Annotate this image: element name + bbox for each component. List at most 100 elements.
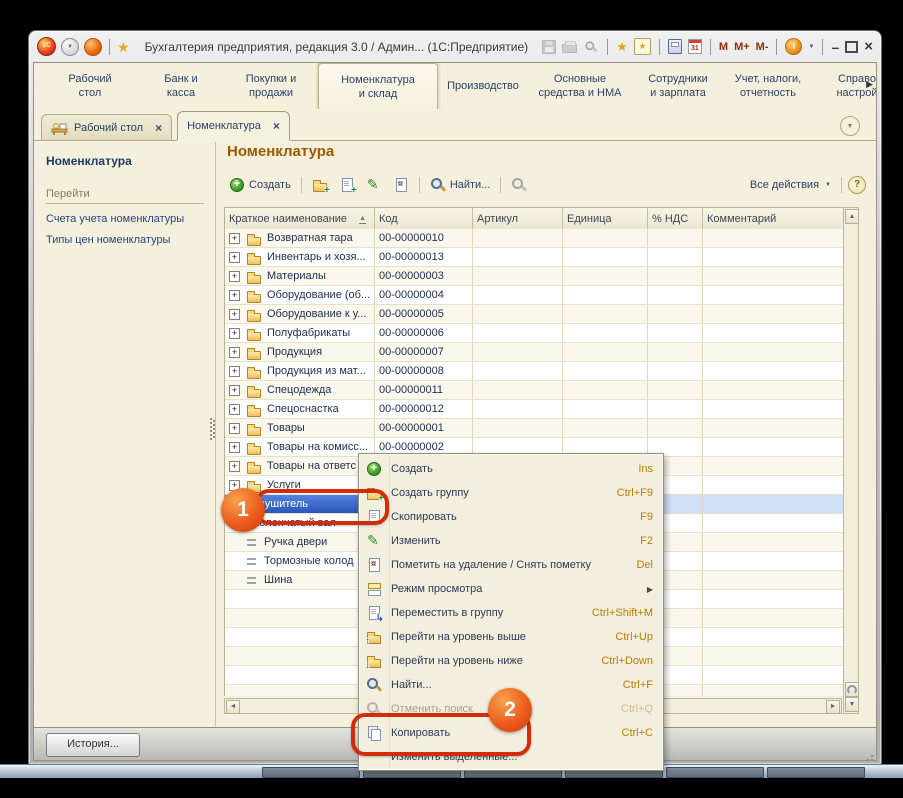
add-favorite-button[interactable]: ★ — [616, 39, 628, 54]
section-tab-6[interactable]: Основныесредства и НМА — [528, 63, 632, 109]
tab-label: Номенклатура — [187, 120, 261, 132]
memory-button[interactable]: M — [719, 39, 728, 55]
row-code: 00-00000003 — [379, 270, 444, 282]
table-row[interactable]: +Возвратная тара00-00000010 — [225, 229, 843, 248]
expand-icon[interactable]: + — [229, 290, 240, 301]
table-row[interactable]: +Инвентарь и хозя...00-00000013 — [225, 248, 843, 267]
context-menu-item-7[interactable]: ↳Переместить в группуCtrl+Shift+M — [360, 601, 662, 625]
section-tab-3[interactable]: Покупки ипродажи — [224, 63, 318, 109]
table-row[interactable]: +Спецодежда00-00000011 — [225, 381, 843, 400]
table-row[interactable]: +Материалы00-00000003 — [225, 267, 843, 286]
expand-icon[interactable]: + — [229, 252, 240, 263]
taskbar-button[interactable] — [262, 767, 360, 778]
context-menu-item-1[interactable]: +СоздатьIns — [360, 457, 662, 481]
service-menu-button[interactable] — [84, 38, 102, 56]
memory-plus-button[interactable]: M+ — [734, 39, 750, 55]
row-label: Товары — [267, 422, 305, 434]
scroll-right-button[interactable]: ► — [826, 700, 840, 714]
history-button[interactable]: История... — [46, 733, 140, 757]
table-row[interactable]: +Спецоснастка00-00000012 — [225, 400, 843, 419]
section-tab-2[interactable]: Банк икасса — [138, 63, 224, 109]
sidebar: Номенклатура Перейти Счета учета номенкл… — [34, 140, 215, 728]
favorites-list-button[interactable]: ★ — [634, 38, 651, 55]
expand-icon[interactable]: + — [229, 442, 240, 453]
info-button[interactable]: i — [785, 38, 802, 55]
info-caret-icon[interactable]: ▼ — [808, 44, 814, 50]
tab-list-button[interactable]: ▼ — [840, 116, 860, 136]
edit-button[interactable]: ✎ — [362, 175, 386, 195]
cancel-search-button[interactable] — [507, 175, 531, 195]
scroll-left-button[interactable]: ◄ — [226, 700, 240, 714]
expand-icon[interactable]: + — [229, 404, 240, 415]
create-button[interactable]: +Создать — [225, 175, 295, 195]
calculator-icon[interactable] — [668, 39, 682, 54]
scroll-up-button[interactable]: ▲ — [845, 209, 859, 224]
expand-icon[interactable]: + — [229, 233, 240, 244]
sidebar-link-accounts[interactable]: Счета учета номенклатуры — [46, 213, 215, 225]
sidebar-link-price-types[interactable]: Типы цен номенклатуры — [46, 234, 215, 246]
resize-grip[interactable] — [871, 755, 873, 757]
column-header-2[interactable]: Код — [375, 208, 473, 230]
expand-icon[interactable]: + — [229, 347, 240, 358]
context-menu-item-5[interactable]: ×Пометить на удаление / Снять пометкуDel — [360, 553, 662, 577]
section-tab-8[interactable]: Учет, налоги,отчетность — [724, 63, 812, 109]
table-row[interactable]: +Оборудование (об...00-00000004 — [225, 286, 843, 305]
close-button[interactable]: × — [864, 39, 873, 54]
minimize-button[interactable]: – — [831, 40, 839, 54]
expand-icon[interactable]: + — [229, 461, 240, 472]
all-actions-button[interactable]: Все действия▼ — [746, 177, 835, 193]
taskbar-button[interactable] — [666, 767, 764, 778]
expand-icon[interactable]: + — [229, 385, 240, 396]
help-button[interactable]: ? — [848, 176, 866, 194]
taskbar-button[interactable] — [767, 767, 865, 778]
tab-nomenclature[interactable]: Номенклатура × — [177, 111, 290, 140]
tab-desktop[interactable]: Рабочий стол × — [41, 114, 172, 140]
expand-icon[interactable]: + — [229, 309, 240, 320]
shortcut-label: F9 — [640, 511, 653, 523]
row-label: Ручка двери — [264, 536, 327, 548]
favorites-star-icon[interactable]: ★ — [117, 39, 130, 55]
scroll-locate-button[interactable] — [845, 682, 859, 697]
column-header-1[interactable]: Краткое наименование▲ — [225, 208, 375, 230]
tab-overflow-arrow-icon[interactable]: ▶ — [866, 79, 873, 90]
copy-button[interactable]: + — [335, 175, 359, 195]
context-menu-item-4[interactable]: ✎ИзменитьF2 — [360, 529, 662, 553]
vertical-scrollbar[interactable]: ▲ ▼ — [843, 207, 859, 714]
expand-icon[interactable]: + — [229, 328, 240, 339]
sidebar-splitter[interactable] — [210, 418, 212, 420]
main-menu-button[interactable]: ▼ — [61, 38, 79, 56]
context-menu-item-3[interactable]: +СкопироватьF9 — [360, 505, 662, 529]
delete-button[interactable]: × — [389, 175, 413, 195]
context-menu-item-8[interactable]: ↑Перейти на уровень вышеCtrl+Up — [360, 625, 662, 649]
section-tab-5[interactable]: Производство — [438, 63, 528, 109]
section-tab-1[interactable]: Рабочийстол — [42, 63, 138, 109]
expand-icon[interactable]: + — [229, 366, 240, 377]
1c-logo-icon[interactable]: 1С — [37, 37, 56, 56]
calendar-icon[interactable]: 31 — [688, 39, 702, 54]
table-row[interactable]: +Продукция00-00000007 — [225, 343, 843, 362]
context-menu-item-9[interactable]: ↓Перейти на уровень нижеCtrl+Down — [360, 649, 662, 673]
table-row[interactable]: +Полуфабрикаты00-00000006 — [225, 324, 843, 343]
create-group-button[interactable]: + — [308, 175, 332, 195]
scroll-down-button[interactable]: ▼ — [845, 697, 859, 712]
column-header-3[interactable]: Артикул — [473, 208, 563, 230]
table-row[interactable]: +Оборудование к у...00-00000005 — [225, 305, 843, 324]
context-menu-item-2[interactable]: +Создать группуCtrl+F9 — [360, 481, 662, 505]
column-header-5[interactable]: % НДС — [648, 208, 703, 230]
tab-close-icon[interactable]: × — [155, 121, 162, 135]
expand-icon[interactable]: + — [229, 271, 240, 282]
tab-close-icon[interactable]: × — [273, 119, 280, 133]
find-button[interactable]: Найти... — [426, 175, 495, 195]
maximize-button[interactable] — [845, 41, 858, 53]
expand-icon[interactable]: + — [229, 423, 240, 434]
column-header-4[interactable]: Единица — [563, 208, 648, 230]
titlebar[interactable]: 1С ▼ ★ Бухгалтерия предприятия, редакция… — [29, 31, 881, 62]
column-header-6[interactable]: Комментарий — [703, 208, 843, 230]
section-tab-4[interactable]: Номенклатураи склад — [318, 63, 438, 109]
memory-minus-button[interactable]: M- — [756, 39, 769, 55]
table-row[interactable]: +Товары00-00000001 — [225, 419, 843, 438]
context-menu-item-6[interactable]: Режим просмотра▶ — [360, 577, 662, 601]
section-tab-7[interactable]: Сотрудникии зарплата — [632, 63, 724, 109]
table-row[interactable]: +Продукция из мат...00-00000008 — [225, 362, 843, 381]
folder-icon — [246, 421, 261, 436]
